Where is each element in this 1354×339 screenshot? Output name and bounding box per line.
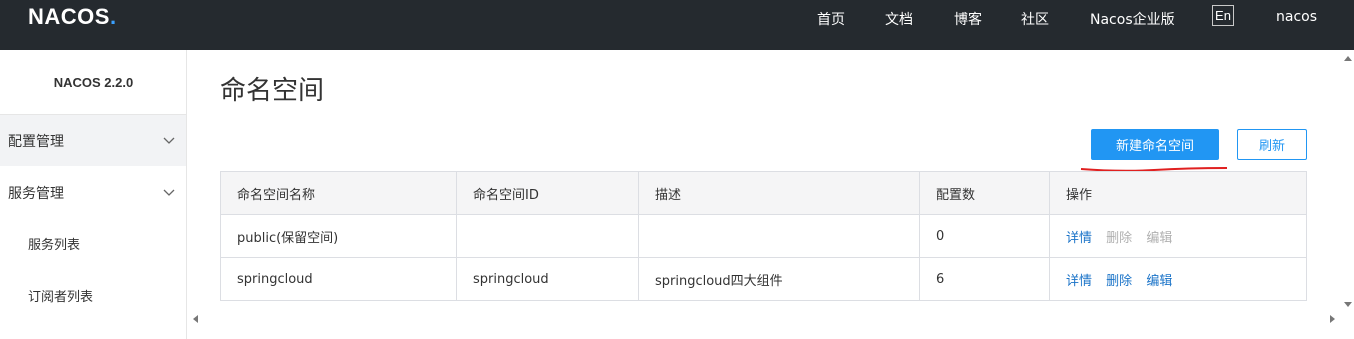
sidebar-group-service-management[interactable]: 服务管理 (0, 167, 186, 218)
column-header-operations: 操作 (1049, 171, 1307, 215)
cell-config-count: 0 (919, 214, 1050, 258)
sidebar-item-label: 订阅者列表 (28, 290, 94, 305)
version-label: NACOS 2.2.0 (0, 50, 187, 115)
column-header-description: 描述 (638, 171, 920, 215)
page-title: 命名空间 (220, 76, 325, 106)
sidebar: NACOS 2.2.0 配置管理 服务管理 服务列表 订阅者列表 (0, 50, 187, 339)
sidebar-group-label: 服务管理 (8, 185, 64, 202)
refresh-button[interactable]: 刷新 (1237, 129, 1307, 160)
edit-link-disabled: 编辑 (1146, 230, 1173, 246)
language-switch-button[interactable]: En (1212, 5, 1234, 26)
namespace-table: 命名空间名称 命名空间ID 描述 配置数 操作 public(保留空间) 0 详… (220, 171, 1307, 301)
delete-link[interactable]: 删除 (1106, 274, 1132, 289)
sidebar-item-subscriber-list[interactable]: 订阅者列表 (0, 270, 186, 321)
nacos-logo[interactable]: NACOS. (28, 4, 117, 30)
table-row: springcloud springcloud springcloud四大组件 … (220, 257, 1307, 301)
detail-link[interactable]: 详情 (1066, 231, 1092, 246)
table-header-row: 命名空间名称 命名空间ID 描述 配置数 操作 (220, 171, 1307, 215)
logo-text: NACOS (28, 4, 110, 29)
sidebar-item-label: 服务列表 (28, 238, 81, 253)
sidebar-item-service-list[interactable]: 服务列表 (0, 218, 186, 269)
edit-link[interactable]: 编辑 (1146, 274, 1172, 289)
vertical-scrollbar[interactable] (1341, 50, 1354, 313)
column-header-id: 命名空间ID (456, 171, 639, 215)
nav-enterprise[interactable]: Nacos企业版 (1090, 9, 1175, 29)
cell-config-count: 6 (919, 257, 1050, 301)
nav-blog[interactable]: 博客 (954, 9, 982, 29)
cell-namespace-name: springcloud (220, 257, 457, 301)
cell-namespace-id (456, 214, 639, 258)
nav-home[interactable]: 首页 (817, 9, 845, 29)
column-header-name: 命名空间名称 (220, 171, 457, 215)
scroll-up-icon[interactable] (1344, 56, 1352, 61)
cell-namespace-id: springcloud (456, 257, 639, 301)
user-name[interactable]: nacos (1276, 9, 1317, 25)
column-header-config-count: 配置数 (919, 171, 1050, 215)
scroll-down-icon[interactable] (1344, 302, 1352, 307)
scroll-left-icon[interactable] (193, 315, 198, 323)
chevron-down-icon (163, 137, 175, 144)
logo-dot: . (109, 4, 117, 29)
nav-community[interactable]: 社区 (1021, 9, 1049, 29)
cell-description (638, 214, 920, 258)
scroll-right-icon[interactable] (1330, 315, 1335, 323)
cell-operations: 详情 删除 编辑 (1049, 214, 1307, 258)
sidebar-group-label: 配置管理 (8, 133, 64, 150)
cell-namespace-name: public(保留空间) (220, 214, 457, 258)
delete-link-disabled: 删除 (1106, 230, 1133, 246)
cell-operations: 详情 删除 编辑 (1049, 257, 1307, 301)
cell-description: springcloud四大组件 (638, 257, 920, 301)
sidebar-group-config-management[interactable]: 配置管理 (0, 115, 186, 166)
nav-docs[interactable]: 文档 (885, 9, 913, 29)
table-row: public(保留空间) 0 详情 删除 编辑 (220, 214, 1307, 258)
horizontal-scrollbar[interactable] (188, 313, 1341, 326)
top-navbar: NACOS. 首页 文档 博客 社区 Nacos企业版 En nacos (0, 0, 1354, 50)
create-namespace-button[interactable]: 新建命名空间 (1091, 129, 1219, 160)
detail-link[interactable]: 详情 (1066, 274, 1092, 289)
chevron-down-icon (163, 189, 175, 196)
